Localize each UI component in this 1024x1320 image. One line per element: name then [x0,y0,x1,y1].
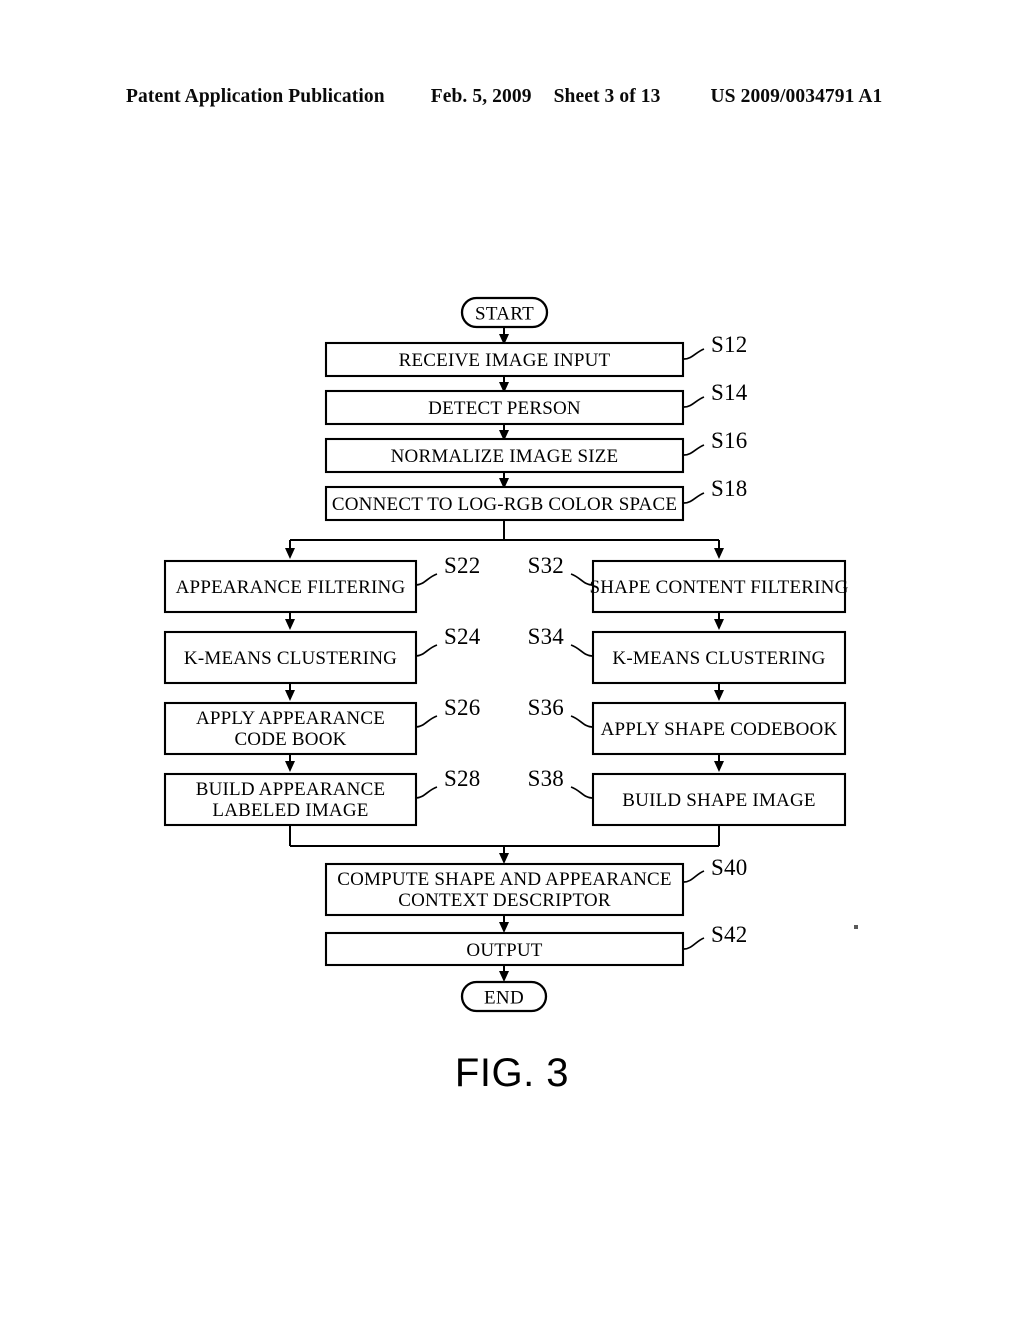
s34-label: K-MEANS CLUSTERING [612,648,825,669]
s28-label-line1: BUILD APPEARANCE [196,779,386,800]
arrow-s22-s24 [285,619,295,630]
s40-label-line1: COMPUTE SHAPE AND APPEARANCE [337,869,671,890]
start-label: START [475,304,534,325]
s16-label: NORMALIZE IMAGE SIZE [391,446,619,467]
leader-s40 [683,870,705,883]
s14-label: DETECT PERSON [428,398,581,419]
leader-s12 [683,348,705,360]
arrow-split-right [714,548,724,559]
leader-s42 [683,937,705,950]
s40-label-line2: CONTEXT DESCRIPTOR [398,890,611,911]
s26-step-tag: S26 [444,695,480,720]
leader-s36 [570,715,593,728]
s36-label: APPLY SHAPE CODEBOOK [601,719,838,740]
node-s42[interactable]: OUTPUT [324,931,685,967]
s12-step-tag: S12 [711,332,747,357]
arrow-s34-s36 [714,690,724,701]
arrow-s26-s28 [285,761,295,772]
s26-label-line1: APPLY APPEARANCE [196,708,385,729]
node-s12[interactable]: RECEIVE IMAGE INPUT [324,341,685,378]
scan-artifact-speck [854,925,858,929]
s34-step-tag: S34 [528,624,565,649]
node-start[interactable]: START [460,296,549,329]
node-s28[interactable]: BUILD APPEARANCE LABELED IMAGE [163,772,418,827]
s38-step-tag: S38 [528,766,564,791]
s38-label: BUILD SHAPE IMAGE [622,790,815,811]
leader-s38 [570,786,593,799]
node-s16[interactable]: NORMALIZE IMAGE SIZE [324,437,685,474]
s24-step-tag: S24 [444,624,481,649]
flowchart-figure: START RECEIVE IMAGE INPUT S12 DETECT PER… [163,296,848,1013]
s22-step-tag: S22 [444,553,480,578]
s40-step-tag: S40 [711,855,747,880]
figure-caption: FIG. 3 [454,1051,570,1095]
s22-label: APPEARANCE FILTERING [176,577,406,598]
node-s22[interactable]: APPEARANCE FILTERING [163,559,418,614]
leader-s24 [415,644,438,657]
s28-label-line2: LABELED IMAGE [212,800,368,821]
s12-label: RECEIVE IMAGE INPUT [399,350,611,371]
arrow-s24-s26 [285,690,295,701]
s18-step-tag: S18 [711,476,747,501]
leader-s16 [683,444,705,456]
arrow-s36-s38 [714,761,724,772]
s28-step-tag: S28 [444,766,480,791]
node-s36[interactable]: APPLY SHAPE CODEBOOK [591,701,847,756]
arrow-split-left [285,548,295,559]
node-s14[interactable]: DETECT PERSON [324,389,685,426]
s26-label-line2: CODE BOOK [234,729,346,750]
node-s40[interactable]: COMPUTE SHAPE AND APPEARANCE CONTEXT DES… [324,862,685,917]
s14-step-tag: S14 [711,380,748,405]
node-s18[interactable]: CONNECT TO LOG-RGB COLOR SPACE [324,485,685,522]
leader-s28 [415,786,438,799]
s42-label: OUTPUT [466,940,542,961]
arrow-s40-s42 [499,922,509,933]
leader-s22 [415,573,438,586]
s24-label: K-MEANS CLUSTERING [184,648,397,669]
end-label: END [484,988,524,1009]
node-s34[interactable]: K-MEANS CLUSTERING [591,630,847,685]
node-s38[interactable]: BUILD SHAPE IMAGE [591,772,847,827]
s18-label: CONNECT TO LOG-RGB COLOR SPACE [332,494,677,515]
arrow-s32-s34 [714,619,724,630]
node-s32[interactable]: SHAPE CONTENT FILTERING [589,559,848,614]
s32-label: SHAPE CONTENT FILTERING [589,577,848,598]
patent-page: Patent Application Publication Feb. 5, 2… [0,0,1024,1320]
s42-step-tag: S42 [711,922,747,947]
leader-s18 [683,492,705,504]
node-end[interactable]: END [460,980,548,1013]
s16-step-tag: S16 [711,428,747,453]
s32-step-tag: S32 [528,553,564,578]
s36-step-tag: S36 [528,695,564,720]
node-s26[interactable]: APPLY APPEARANCE CODE BOOK [163,701,418,756]
leader-s26 [415,715,438,728]
leader-s34 [570,644,593,657]
node-s24[interactable]: K-MEANS CLUSTERING [163,630,418,685]
leader-s14 [683,396,705,408]
arrow-merge-s40 [499,853,509,864]
arrow-s42-end [499,971,509,982]
